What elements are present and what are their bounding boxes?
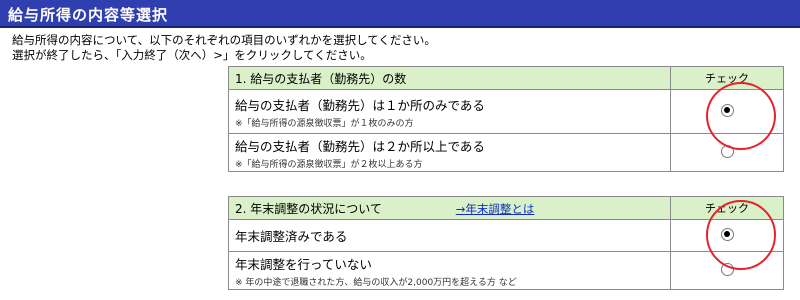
section1-option-2-label: 給与の支払者（勤務先）は２か所以上である [235, 138, 485, 154]
section2-option-2-note: ※ 年の中途で退職された方、給与の収入が2,000万円を超える方 など [235, 277, 517, 288]
section1-table: 1. 給与の支払者（勤務先）の数 チェック 給与の支払者（勤務先）は１か所のみで… [228, 66, 784, 172]
section1-check-header: チェック [670, 66, 784, 90]
section1-header: 1. 給与の支払者（勤務先）の数 [228, 66, 671, 90]
section1-option-2-radio[interactable] [720, 144, 734, 158]
section1-option-1: 給与の支払者（勤務先）は１か所のみである ※「給与所得の源泉徴収票」が１枚のみの… [228, 89, 784, 134]
instruction-line-1: 給与所得の内容について、以下のそれぞれの項目のいずれかを選択してください。 [12, 33, 436, 47]
instruction-line-2: 選択が終了したら、「入力終了（次へ）>」をクリックしてください。 [12, 48, 372, 62]
year-end-adjustment-help-link[interactable]: →年末調整とは [456, 202, 535, 216]
section1-option-1-note: ※「給与所得の源泉徴収票」が１枚のみの方 [235, 118, 414, 129]
section1-option-1-radio[interactable] [720, 103, 734, 117]
section2-option-1: 年末調整済みである [228, 219, 784, 252]
section2-option-2: 年末調整を行っていない ※ 年の中途で退職された方、給与の収入が2,000万円を… [228, 251, 784, 290]
title-bar: 給与所得の内容等選択 [0, 0, 800, 28]
section2-option-2-radio[interactable] [720, 262, 734, 276]
instructions: 給与所得の内容について、以下のそれぞれの項目のいずれかを選択してください。 選択… [12, 33, 436, 63]
section2-table: 2. 年末調整の状況について →年末調整とは チェック 年末調整済みである 年末… [228, 196, 784, 290]
section2-check-header: チェック [670, 196, 784, 220]
section1-option-1-label: 給与の支払者（勤務先）は１か所のみである [235, 97, 485, 113]
page-title: 給与所得の内容等選択 [8, 6, 169, 24]
section2-header: 2. 年末調整の状況について [235, 201, 382, 216]
section1-option-2-note: ※「給与所得の源泉徴収票」が２枚以上ある方 [235, 159, 423, 170]
section1-option-2: 給与の支払者（勤務先）は２か所以上である ※「給与所得の源泉徴収票」が２枚以上あ… [228, 133, 784, 172]
section2-option-2-label: 年末調整を行っていない [235, 256, 372, 272]
section1-header-row: 1. 給与の支払者（勤務先）の数 チェック [228, 66, 784, 90]
section2-header-row: 2. 年末調整の状況について →年末調整とは チェック [228, 196, 784, 220]
section2-option-1-label: 年末調整済みである [235, 229, 348, 244]
section2-option-1-radio[interactable] [720, 227, 734, 241]
